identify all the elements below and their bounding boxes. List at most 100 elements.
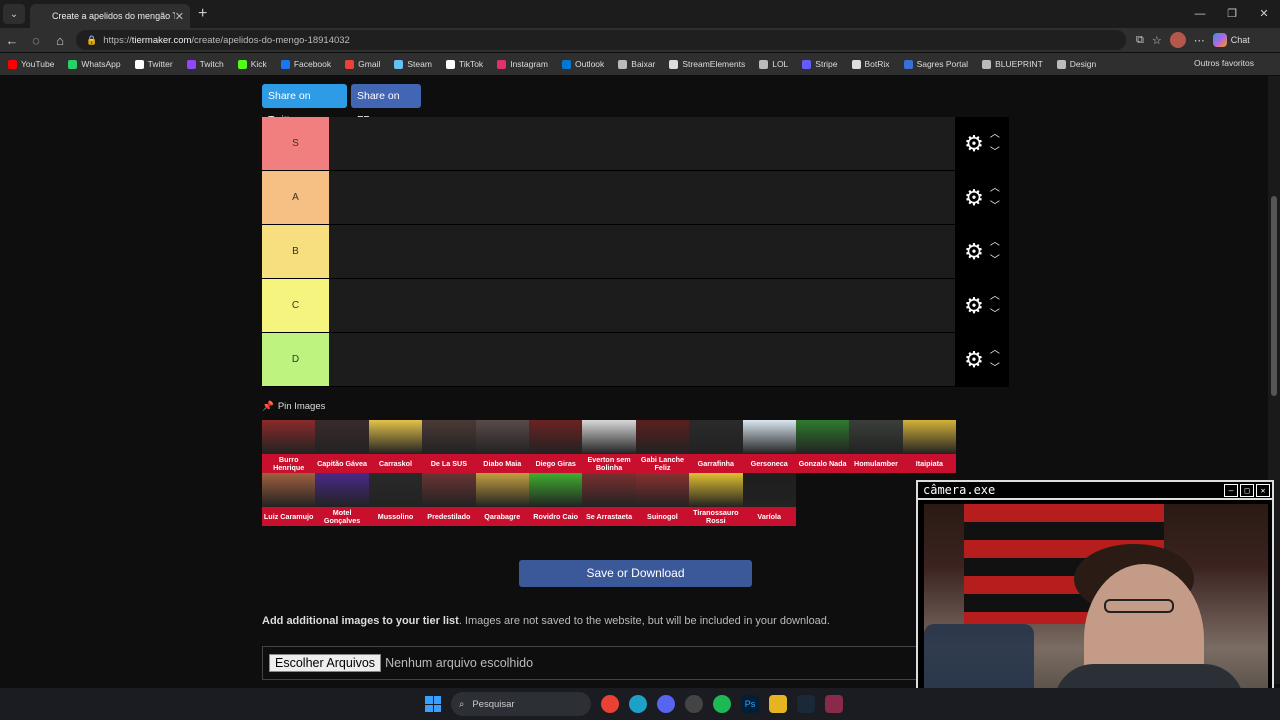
back-icon[interactable]: ← bbox=[0, 33, 24, 48]
bookmark-steam[interactable]: Steam bbox=[394, 59, 432, 69]
tier-drop-zone[interactable] bbox=[329, 225, 955, 278]
close-window-icon[interactable]: ✕ bbox=[1248, 0, 1280, 28]
taskbar-search[interactable]: ⌕ Pesquisar bbox=[451, 692, 591, 716]
new-tab-icon[interactable]: + bbox=[198, 5, 207, 23]
tier-image-card[interactable]: Gabi Lanche Feliz bbox=[635, 420, 690, 473]
chevron-up-icon[interactable]: ︿ bbox=[990, 180, 1000, 198]
share-facebook-button[interactable]: Share on FB bbox=[351, 84, 421, 126]
camera-close-icon[interactable]: ✕ bbox=[1256, 483, 1270, 497]
loading-icon[interactable]: ◌ bbox=[24, 33, 48, 48]
chevron-up-icon[interactable]: ︿ bbox=[990, 342, 1000, 360]
tier-label[interactable]: D bbox=[262, 333, 329, 386]
bookmark-other-favorites[interactable]: Outros favoritos bbox=[1194, 58, 1254, 68]
chevron-down-icon[interactable]: ﹀ bbox=[990, 252, 1000, 270]
bookmark-tiktok[interactable]: TikTok bbox=[445, 59, 483, 69]
app-icon[interactable] bbox=[825, 695, 843, 713]
restore-icon[interactable]: ❐ bbox=[1216, 0, 1248, 28]
tier-drop-zone[interactable] bbox=[329, 333, 955, 386]
tier-drop-zone[interactable] bbox=[329, 279, 955, 332]
bookmark-twitch[interactable]: Twitch bbox=[186, 59, 224, 69]
start-icon[interactable] bbox=[425, 696, 441, 712]
chevron-down-icon[interactable]: ﹀ bbox=[990, 306, 1000, 324]
tab-actions-menu[interactable]: ⌄ bbox=[3, 4, 25, 24]
gear-icon[interactable]: ⚙ bbox=[964, 185, 984, 211]
spotify-icon[interactable] bbox=[713, 695, 731, 713]
chevron-down-icon[interactable]: ﹀ bbox=[990, 360, 1000, 378]
bookmark-whatsapp[interactable]: WhatsApp bbox=[68, 59, 121, 69]
edge-icon[interactable] bbox=[629, 695, 647, 713]
tier-image-card[interactable]: Gersoneca bbox=[742, 420, 796, 473]
extensions-icon[interactable]: ⧉ bbox=[1136, 34, 1144, 47]
tier-image-card[interactable]: Se Arrastaeta bbox=[582, 473, 636, 526]
gear-icon[interactable]: ⚙ bbox=[964, 131, 984, 157]
copilot-chat-button[interactable]: Chat bbox=[1212, 33, 1250, 47]
bookmark-blueprint[interactable]: BLUEPRINT bbox=[982, 59, 1043, 69]
tier-image-card[interactable]: Tiranossauro Rossi bbox=[689, 473, 743, 526]
tier-label[interactable]: C bbox=[262, 279, 329, 332]
tier-image-card[interactable]: Diabo Maia bbox=[475, 420, 529, 473]
bookmark-kick[interactable]: Kick bbox=[237, 59, 267, 69]
bookmark-streamelements[interactable]: StreamElements bbox=[669, 59, 745, 69]
camera-minimize-icon[interactable]: – bbox=[1224, 483, 1238, 497]
scroll-thumb[interactable] bbox=[1271, 196, 1277, 396]
minimize-icon[interactable]: — bbox=[1184, 0, 1216, 28]
share-twitter-button[interactable]: Share on Twitter bbox=[262, 84, 347, 126]
bookmark-facebook[interactable]: Facebook bbox=[280, 59, 331, 69]
bookmark-stripe[interactable]: Stripe bbox=[802, 59, 838, 69]
tier-image-card[interactable]: Rovidro Caio bbox=[528, 473, 583, 526]
gear-icon[interactable]: ⚙ bbox=[964, 347, 984, 373]
gear-icon[interactable]: ⚙ bbox=[964, 293, 984, 319]
tier-image-card[interactable]: Motel Gonçalves bbox=[315, 473, 369, 526]
discord-icon[interactable] bbox=[657, 695, 675, 713]
chevron-up-icon[interactable]: ︿ bbox=[990, 288, 1000, 306]
bookmark-youtube[interactable]: YouTube bbox=[8, 59, 54, 69]
tier-image-card[interactable]: Suinogol bbox=[635, 473, 690, 526]
pin-images-toggle[interactable]: 📌 Pin Images bbox=[262, 401, 325, 412]
bookmark-sagres-portal[interactable]: Sagres Portal bbox=[903, 59, 968, 69]
tier-image-card[interactable]: Garrafinha bbox=[689, 420, 743, 473]
tier-image-card[interactable]: Burro Henrique bbox=[262, 420, 316, 473]
tier-label[interactable]: B bbox=[262, 225, 329, 278]
chevron-down-icon[interactable]: ﹀ bbox=[990, 144, 1000, 162]
home-icon[interactable]: ⌂ bbox=[48, 33, 72, 48]
camera-maximize-icon[interactable]: □ bbox=[1240, 483, 1254, 497]
tier-image-card[interactable]: Mussolino bbox=[368, 473, 423, 526]
steam-icon[interactable] bbox=[797, 695, 815, 713]
tier-image-card[interactable]: Itaipiata bbox=[902, 420, 957, 473]
tab-close-icon[interactable]: ✕ bbox=[175, 10, 184, 23]
tier-drop-zone[interactable] bbox=[329, 117, 955, 170]
tier-image-card[interactable]: Varíola bbox=[742, 473, 796, 526]
tier-label[interactable]: S bbox=[262, 117, 329, 170]
bookmark-baixar[interactable]: Baixar bbox=[618, 59, 655, 69]
bookmark-outlook[interactable]: Outlook bbox=[561, 59, 604, 69]
tier-image-card[interactable]: Everton sem Bolinha bbox=[582, 420, 636, 473]
browser-tab[interactable]: Create a apelidos do mengão Tier ✕ bbox=[30, 4, 190, 28]
photoshop-icon[interactable]: Ps bbox=[741, 695, 759, 713]
tier-image-card[interactable]: De La SUS bbox=[422, 420, 476, 473]
tier-drop-zone[interactable] bbox=[329, 171, 955, 224]
profile-avatar[interactable] bbox=[1169, 32, 1186, 48]
gear-icon[interactable]: ⚙ bbox=[964, 239, 984, 265]
url-field[interactable]: 🔒 https://tiermaker.com/create/apelidos-… bbox=[76, 30, 1126, 50]
bookmark-gmail[interactable]: Gmail bbox=[345, 59, 380, 69]
tier-label[interactable]: A bbox=[262, 171, 329, 224]
tier-image-card[interactable]: Predestilado bbox=[422, 473, 476, 526]
tier-image-card[interactable]: Capitão Gávea bbox=[315, 420, 369, 473]
favorites-icon[interactable]: ☆ bbox=[1152, 34, 1162, 47]
bookmark-lol[interactable]: LOL bbox=[759, 59, 788, 69]
more-icon[interactable]: ⋯ bbox=[1194, 34, 1205, 47]
tier-image-card[interactable]: Gonzalo Nada bbox=[795, 420, 850, 473]
chevron-up-icon[interactable]: ︿ bbox=[990, 126, 1000, 144]
bookmark-botrix[interactable]: BotRix bbox=[851, 59, 890, 69]
camera-titlebar[interactable]: câmera.exe – □ ✕ bbox=[918, 482, 1272, 500]
chrome-icon[interactable] bbox=[601, 695, 619, 713]
choose-files-button[interactable]: Escolher Arquivos bbox=[269, 654, 382, 672]
chevron-down-icon[interactable]: ﹀ bbox=[990, 198, 1000, 216]
tier-image-card[interactable]: Qarabagre bbox=[475, 473, 529, 526]
settings-app-icon[interactable] bbox=[685, 695, 703, 713]
tier-image-card[interactable]: Luiz Caramujo bbox=[262, 473, 316, 526]
tier-image-card[interactable]: Carraskol bbox=[368, 420, 423, 473]
bookmark-twitter[interactable]: Twitter bbox=[134, 59, 173, 69]
chevron-up-icon[interactable]: ︿ bbox=[990, 234, 1000, 252]
tier-image-card[interactable]: Diego Giras bbox=[528, 420, 583, 473]
